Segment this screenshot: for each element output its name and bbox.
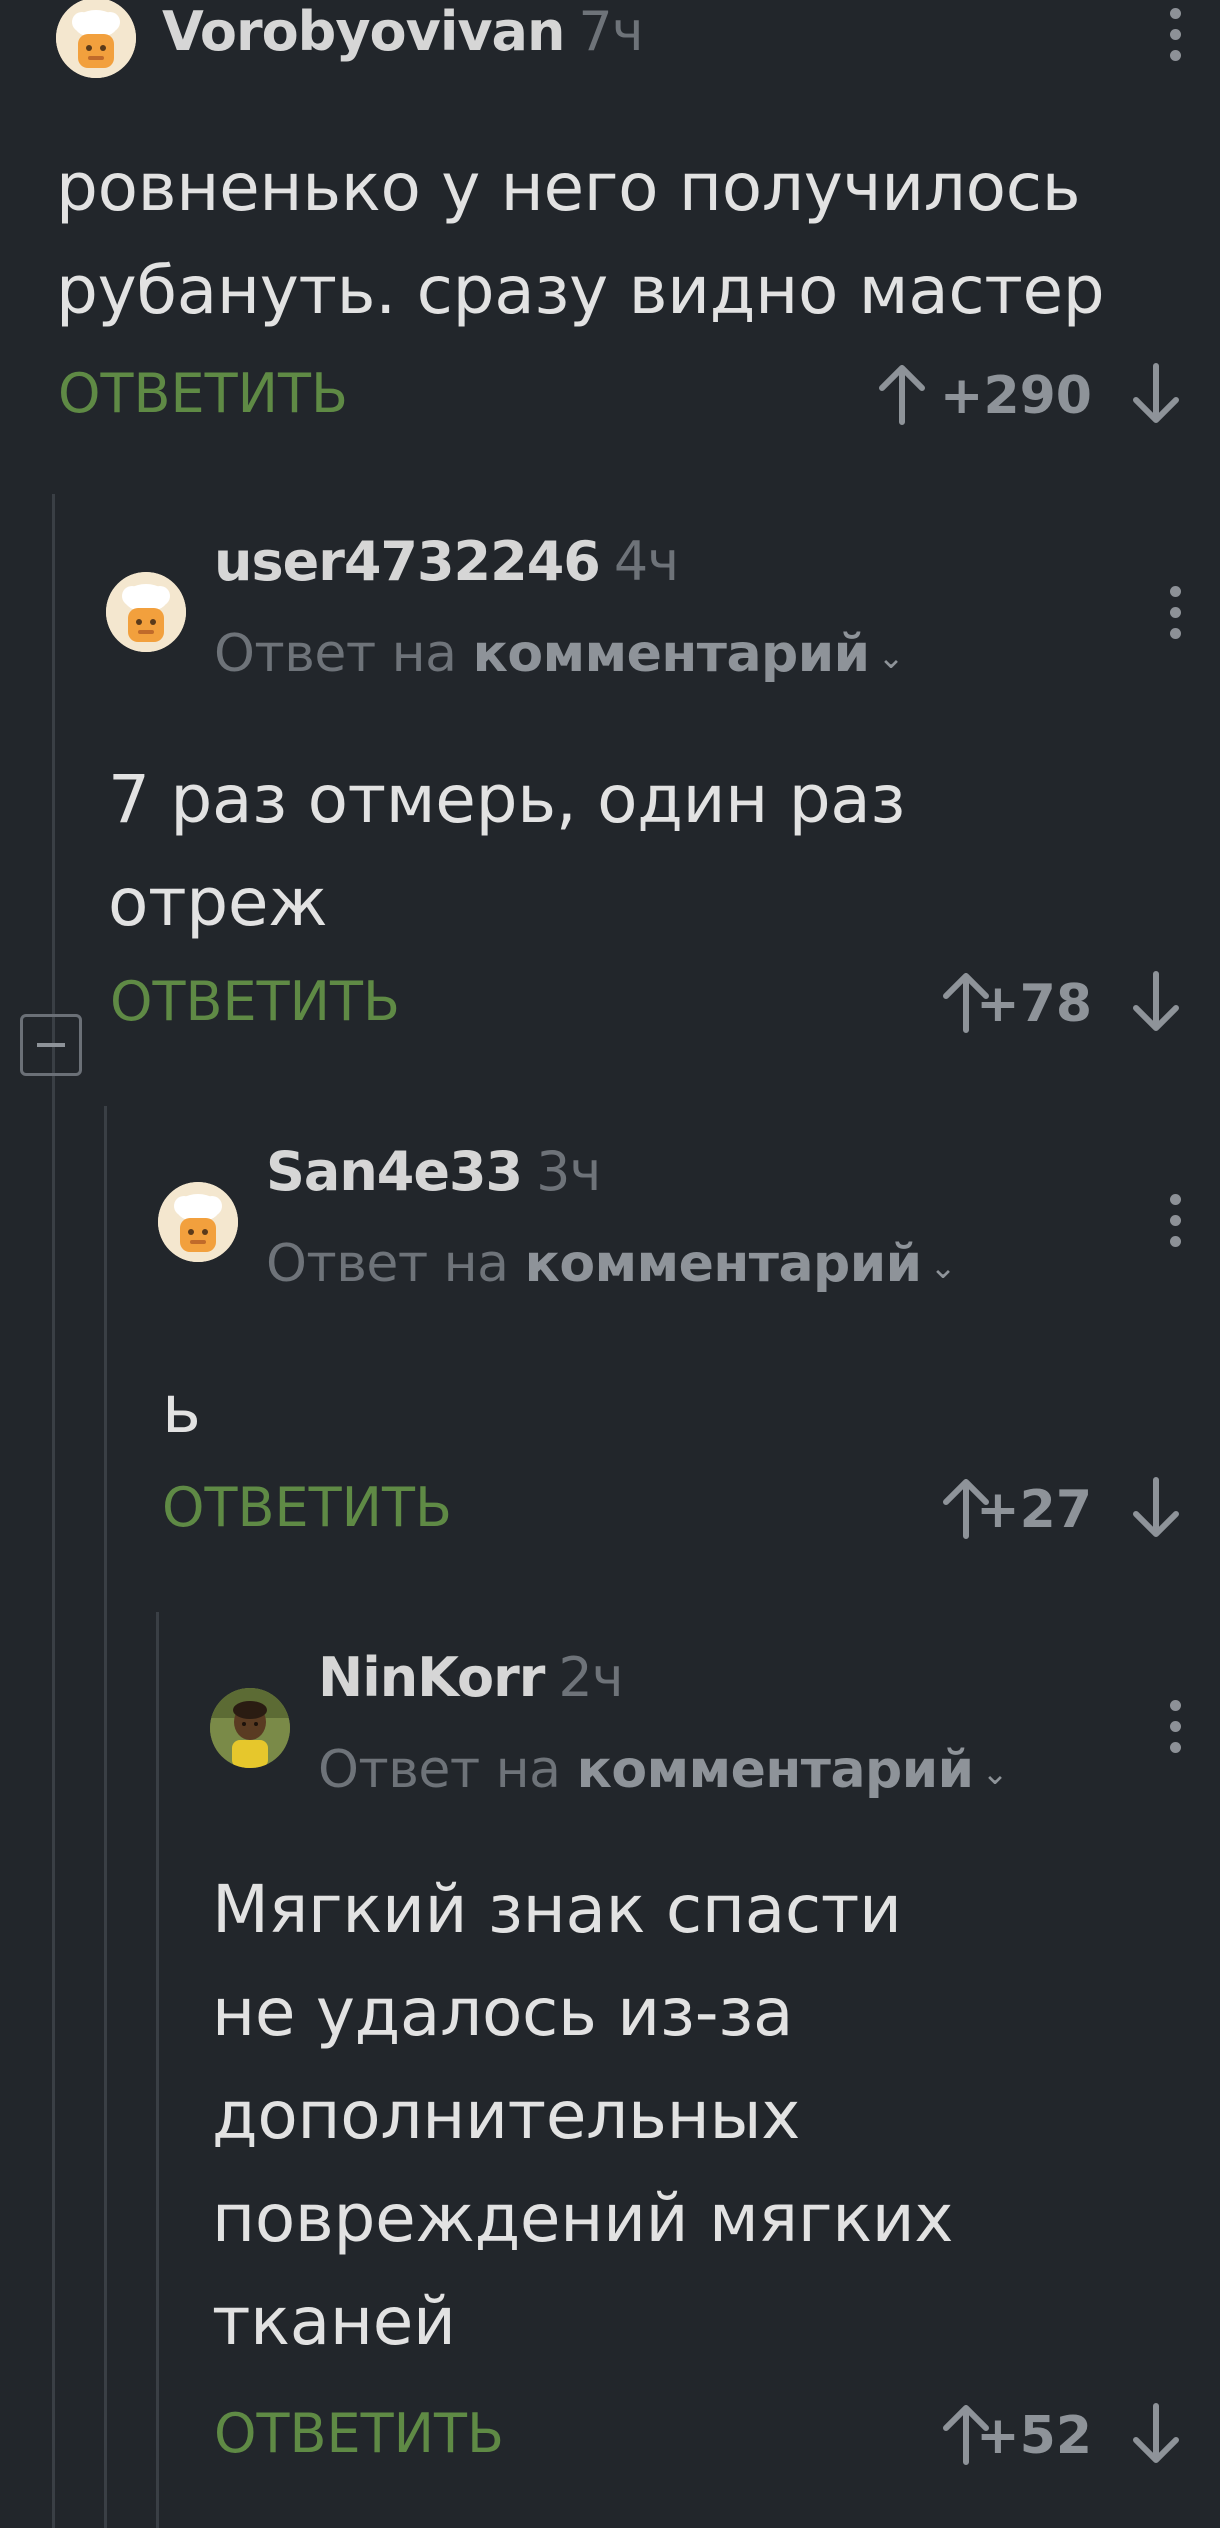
- comment-san4e33: San4e33 3ч Ответ на комментарий ⌄ ь ОТВЕТИ…: [0, 1130, 1220, 1570]
- comment-text-line: отреж: [108, 864, 328, 941]
- comment-text-line: тканей: [212, 2283, 456, 2360]
- reply-to-target[interactable]: комментарий: [577, 1740, 975, 1800]
- comment-time: 7ч: [578, 0, 643, 63]
- chef-avatar-icon[interactable]: [56, 0, 136, 78]
- more-options-icon[interactable]: [1160, 1700, 1190, 1764]
- downvote-arrow-icon[interactable]: [1126, 362, 1186, 426]
- username-text[interactable]: San4e33: [266, 1140, 523, 1203]
- rating-score: +52: [976, 2406, 1092, 2466]
- comment-ninkorr: NinKorr 2ч Ответ на комментарий ⌄ Мягкий з…: [0, 1636, 1220, 2528]
- comment-author[interactable]: Vorobyovivan 7ч: [162, 0, 644, 63]
- rating-block: +52: [872, 2398, 1179, 2478]
- comment-author[interactable]: San4e33 3ч: [266, 1140, 601, 1203]
- more-options-icon[interactable]: [1160, 1194, 1190, 1258]
- comment-text-line: дополнительных: [212, 2077, 801, 2154]
- comment-text-line: 7 раз отмерь, один раз: [108, 761, 906, 838]
- downvote-arrow-icon[interactable]: [1126, 970, 1186, 1034]
- comment-text-line: повреждений мягких: [212, 2180, 954, 2257]
- comment-text-line: рубануть. сразу видно мастер: [56, 252, 1105, 329]
- rating-block: +290: [872, 358, 1179, 438]
- comment-user4732246: user4732246 4ч Ответ на комментарий ⌄ 7 ра…: [0, 520, 1220, 1060]
- reply-button[interactable]: ОТВЕТИТЬ: [110, 970, 400, 1033]
- comment-time: 3ч: [536, 1140, 601, 1203]
- reply-to-link[interactable]: Ответ на комментарий ⌄: [214, 624, 904, 684]
- rating-block: +27: [872, 1472, 1179, 1552]
- rating-score: +27: [976, 1480, 1092, 1540]
- rating-score: +290: [939, 366, 1092, 426]
- chef-avatar-icon[interactable]: [158, 1182, 238, 1262]
- comment-text: Мягкий знак спасти не удалось из-за допо…: [212, 1858, 953, 2373]
- comment-text: ровненько у него получилось рубануть. ср…: [56, 136, 1105, 342]
- more-options-icon[interactable]: [1160, 8, 1190, 72]
- downvote-arrow-icon[interactable]: [1126, 2402, 1186, 2466]
- reply-to-prefix: Ответ на: [214, 624, 457, 684]
- reply-button[interactable]: ОТВЕТИТЬ: [214, 2402, 504, 2465]
- comment-author[interactable]: NinKorr 2ч: [318, 1646, 624, 1709]
- reply-to-link[interactable]: Ответ на комментарий ⌄: [318, 1740, 1008, 1800]
- more-options-icon[interactable]: [1160, 586, 1190, 650]
- comment-text-line: ровненько у него получилось: [56, 149, 1081, 226]
- comment-text-line: Мягкий знак спасти: [212, 1871, 902, 1948]
- comment-text-line: не удалось из-за: [212, 1974, 794, 2051]
- username-text[interactable]: Vorobyovivan: [162, 0, 565, 63]
- reply-to-prefix: Ответ на: [266, 1234, 509, 1294]
- reply-button[interactable]: ОТВЕТИТЬ: [58, 362, 348, 425]
- chef-avatar-icon[interactable]: [106, 572, 186, 652]
- comment-text-line: ь: [162, 1371, 201, 1448]
- comment-author[interactable]: user4732246 4ч: [214, 530, 679, 593]
- downvote-arrow-icon[interactable]: [1126, 1476, 1186, 1540]
- chevron-down-icon[interactable]: ⌄: [982, 1754, 1009, 1792]
- comment-time: 2ч: [558, 1646, 623, 1709]
- comment-text: 7 раз отмерь, один раз отреж: [108, 748, 906, 954]
- chevron-down-icon[interactable]: ⌄: [930, 1248, 957, 1286]
- rating-score: +78: [976, 974, 1092, 1034]
- comment-vorobyovivan: Vorobyovivan 7ч ровненько у него получило…: [0, 0, 1220, 470]
- comment-text: ь: [162, 1358, 201, 1461]
- rating-block: +78: [872, 966, 1179, 1046]
- photo-avatar[interactable]: [210, 1688, 290, 1768]
- upvote-arrow-icon[interactable]: [872, 362, 932, 426]
- chevron-down-icon[interactable]: ⌄: [878, 638, 905, 676]
- comment-time: 4ч: [613, 530, 679, 593]
- username-text[interactable]: user4732246: [214, 530, 601, 593]
- reply-to-prefix: Ответ на: [318, 1740, 561, 1800]
- username-text[interactable]: NinKorr: [318, 1646, 545, 1709]
- reply-to-target[interactable]: комментарий: [473, 624, 871, 684]
- reply-button[interactable]: ОТВЕТИТЬ: [162, 1476, 452, 1539]
- reply-to-link[interactable]: Ответ на комментарий ⌄: [266, 1234, 956, 1294]
- reply-to-target[interactable]: комментарий: [525, 1234, 923, 1294]
